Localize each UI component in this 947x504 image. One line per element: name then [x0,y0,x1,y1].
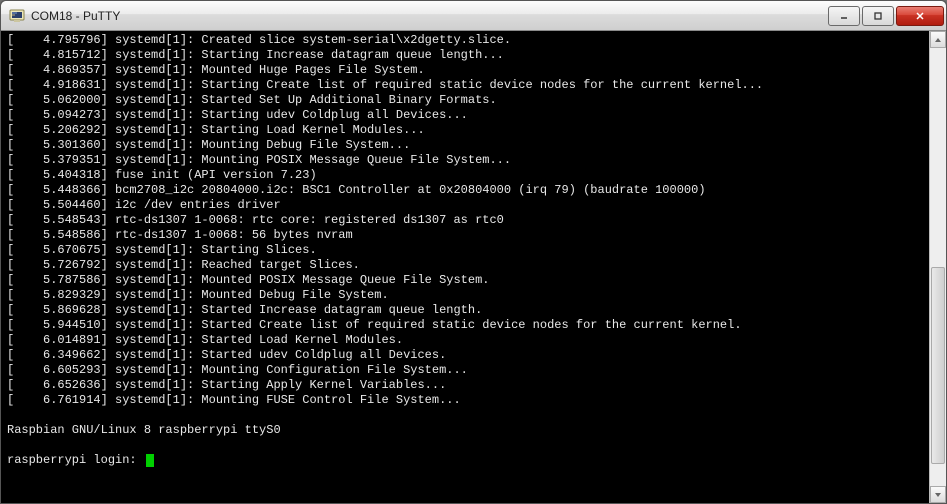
maximize-button[interactable] [862,6,894,26]
terminal-line: [ 6.605293] systemd[1]: Mounting Configu… [7,363,944,378]
terminal-line: [ 5.869628] systemd[1]: Started Increase… [7,303,944,318]
terminal-line: [ 5.829329] systemd[1]: Mounted Debug Fi… [7,288,944,303]
terminal-line: [ 5.301360] systemd[1]: Mounting Debug F… [7,138,944,153]
terminal-line: [ 5.504460] i2c /dev entries driver [7,198,944,213]
titlebar[interactable]: COM18 - PuTTY [1,1,946,31]
window-controls [826,6,944,26]
terminal-line: [ 5.094273] systemd[1]: Starting udev Co… [7,108,944,123]
terminal-line: [ 5.379351] systemd[1]: Mounting POSIX M… [7,153,944,168]
scroll-up-button[interactable] [930,31,946,48]
terminal-line: [ 4.869357] systemd[1]: Mounted Huge Pag… [7,63,944,78]
putty-icon [9,8,25,24]
terminal-line: [ 5.787586] systemd[1]: Mounted POSIX Me… [7,273,944,288]
scrollbar[interactable] [929,31,946,503]
minimize-button[interactable] [828,6,860,26]
terminal-line: Raspbian GNU/Linux 8 raspberrypi ttyS0 [7,423,944,438]
terminal-line: [ 5.206292] systemd[1]: Starting Load Ke… [7,123,944,138]
close-button[interactable] [896,6,944,26]
scroll-track[interactable] [930,48,946,486]
terminal-area[interactable]: [ 4.795796] systemd[1]: Created slice sy… [1,31,946,503]
terminal-line: [ 5.548543] rtc-ds1307 1-0068: rtc core:… [7,213,944,228]
terminal-line: [ 5.548586] rtc-ds1307 1-0068: 56 bytes … [7,228,944,243]
terminal-output: [ 4.795796] systemd[1]: Created slice sy… [7,33,944,468]
terminal-line: [ 5.670675] systemd[1]: Starting Slices. [7,243,944,258]
terminal-line: [ 4.795796] systemd[1]: Created slice sy… [7,33,944,48]
terminal-line: [ 4.815712] systemd[1]: Starting Increas… [7,48,944,63]
terminal-line: [ 4.918631] systemd[1]: Starting Create … [7,78,944,93]
scroll-down-button[interactable] [930,486,946,503]
terminal-line: [ 6.652636] systemd[1]: Starting Apply K… [7,378,944,393]
login-prompt[interactable]: raspberrypi login: [7,453,944,468]
terminal-line: [ 5.448366] bcm2708_i2c 20804000.i2c: BS… [7,183,944,198]
terminal-line: [ 5.062000] systemd[1]: Started Set Up A… [7,93,944,108]
window-title: COM18 - PuTTY [31,9,826,23]
terminal-line: [ 5.726792] systemd[1]: Reached target S… [7,258,944,273]
terminal-line: [ 5.404318] fuse init (API version 7.23) [7,168,944,183]
terminal-line: [ 5.944510] systemd[1]: Started Create l… [7,318,944,333]
cursor [146,454,154,467]
terminal-line [7,438,944,453]
terminal-line [7,408,944,423]
putty-window: COM18 - PuTTY [ 4.795796] systemd[1]: Cr… [0,0,947,504]
scroll-thumb[interactable] [931,267,945,464]
terminal-line: [ 6.349662] systemd[1]: Started udev Col… [7,348,944,363]
terminal-line: [ 6.014891] systemd[1]: Started Load Ker… [7,333,944,348]
terminal-line: [ 6.761914] systemd[1]: Mounting FUSE Co… [7,393,944,408]
